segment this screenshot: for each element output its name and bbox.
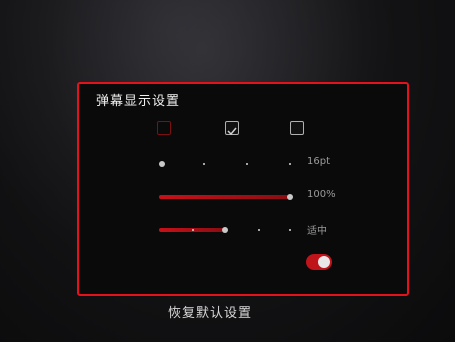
danmaku-settings-panel: 弹幕显示设置 16pt 100% 适中 <box>77 82 409 296</box>
checkbox-bottom[interactable] <box>290 121 304 135</box>
checkbox-top[interactable] <box>157 121 171 135</box>
checkmark-icon <box>227 127 237 136</box>
position-option-2[interactable] <box>225 121 241 136</box>
speed-slider[interactable] <box>159 224 293 236</box>
font-size-tick <box>203 163 205 165</box>
danmaku-toggle[interactable] <box>306 254 332 270</box>
font-size-track <box>159 163 293 165</box>
font-size-tick <box>289 163 291 165</box>
opacity-thumb[interactable] <box>287 194 293 200</box>
position-option-1[interactable] <box>157 121 173 135</box>
position-option-3[interactable] <box>290 121 306 135</box>
font-size-value: 16pt <box>307 156 330 167</box>
opacity-fill <box>159 195 289 199</box>
font-size-slider[interactable] <box>159 158 293 170</box>
font-size-tick <box>246 163 248 165</box>
font-size-thumb[interactable] <box>159 161 165 167</box>
speed-tick <box>192 229 194 231</box>
reset-defaults-button[interactable]: 恢复默认设置 <box>168 302 252 321</box>
opacity-value: 100% <box>307 189 336 200</box>
panel-title: 弹幕显示设置 <box>96 94 181 109</box>
checkbox-middle[interactable] <box>225 121 239 136</box>
speed-tick <box>258 229 260 231</box>
speed-value: 适中 <box>307 226 327 237</box>
speed-tick <box>289 229 291 231</box>
opacity-slider[interactable] <box>159 191 293 203</box>
speed-thumb[interactable] <box>222 227 228 233</box>
toggle-knob <box>318 256 330 268</box>
